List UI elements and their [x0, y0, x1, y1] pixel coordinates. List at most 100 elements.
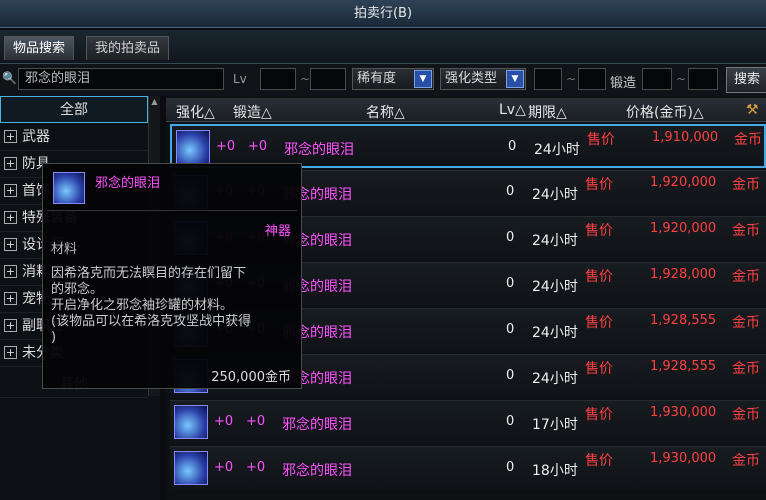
description-line: (该物品可以在希洛克攻坚战中获得 [51, 314, 252, 329]
expand-icon: + [4, 292, 17, 305]
enhance-value: +0 [216, 139, 236, 154]
expand-icon: + [4, 265, 17, 278]
currency-label: 金币 [732, 315, 760, 331]
item-lv: 0 [508, 139, 517, 154]
table-row[interactable]: +0 +0 邪念的眼泪 0 18小时 售价 1,930,000 金币 [170, 446, 766, 490]
hammer-icon: ⚒ [746, 102, 759, 118]
item-icon [174, 405, 208, 439]
item-period: 24小时 [534, 142, 580, 158]
item-lv: 0 [506, 460, 515, 475]
item-price: 1,928,555 [650, 359, 717, 374]
item-lv: 0 [506, 368, 515, 383]
item-icon [176, 130, 210, 164]
enhance-min-input[interactable] [534, 68, 562, 90]
item-price: 1,928,000 [650, 267, 717, 282]
scroll-up-icon[interactable]: ▲ [149, 96, 160, 108]
tab-my-auctions[interactable]: 我的拍卖品 [86, 36, 170, 60]
forge-max-input[interactable] [688, 68, 718, 90]
sale-label: 售价 [587, 132, 615, 148]
item-period: 18小时 [532, 463, 578, 479]
item-lv: 0 [506, 276, 515, 291]
table-row[interactable]: +0 +0 邪念的眼泪 0 17小时 售价 1,930,000 金币 [170, 400, 766, 444]
table-header: 强化△ 锻造△ 名称△ Lv△ 期限△ 价格(金币)△ ⚒ [166, 98, 766, 122]
item-period: 24小时 [532, 233, 578, 249]
rarity-select-label: 稀有度 [357, 71, 397, 86]
item-lv: 0 [506, 184, 515, 199]
enhance-value: +0 [214, 414, 234, 429]
lv-min-input[interactable] [260, 68, 296, 90]
chevron-down-icon: ▼ [414, 70, 432, 88]
item-tooltip: 邪念的眼泪 神器 材料 因希洛克而无法瞑目的存在们留下 的邪念。 开启净化之邪念… [42, 163, 302, 389]
item-price: 1,930,000 [650, 451, 717, 466]
forge-value: +0 [246, 414, 266, 429]
currency-label: 金币 [732, 177, 760, 193]
expand-icon: + [4, 130, 17, 143]
header-enhance[interactable]: 强化△ [176, 102, 215, 122]
header-name[interactable]: 名称△ [366, 102, 405, 122]
enhance-type-select[interactable]: 强化类型 ▼ [440, 68, 526, 90]
item-lv: 0 [506, 414, 515, 429]
search-icon: 🔍 [2, 71, 17, 85]
range-dash: ~ [300, 72, 311, 86]
currency-label: 金币 [732, 269, 760, 285]
item-period: 24小时 [532, 371, 578, 387]
currency-label: 金币 [732, 407, 760, 423]
category-label: 武器 [22, 129, 50, 145]
expand-icon: + [4, 346, 17, 359]
enhance-value: +0 [214, 460, 234, 475]
header-period[interactable]: 期限△ [528, 102, 567, 122]
expand-icon: + [4, 319, 17, 332]
category-all[interactable]: 全部 [0, 96, 148, 123]
category-weapon[interactable]: + 武器 [0, 124, 148, 151]
tooltip-item-type: 材料 [51, 242, 78, 257]
sale-label: 售价 [585, 407, 613, 423]
description-line: 开启净化之邪念袖珍罐的材料。 [51, 298, 234, 313]
item-period: 24小时 [532, 187, 578, 203]
sale-label: 售价 [585, 361, 613, 377]
item-price: 1,920,000 [650, 221, 717, 236]
sale-label: 售价 [585, 315, 613, 331]
lv-max-input[interactable] [310, 68, 346, 90]
forge-value: +0 [246, 460, 266, 475]
tooltip-item-name: 邪念的眼泪 [95, 176, 161, 191]
item-price: 1,928,555 [650, 313, 717, 328]
item-price: 1,910,000 [652, 130, 719, 145]
expand-icon: + [4, 211, 17, 224]
item-name: 邪念的眼泪 [282, 463, 352, 479]
item-price: 1,920,000 [650, 175, 717, 190]
expand-icon: + [4, 238, 17, 251]
tooltip-rarity: 神器 [264, 224, 291, 239]
sale-label: 售价 [585, 177, 613, 193]
currency-label: 金币 [732, 453, 760, 469]
header-forge[interactable]: 锻造△ [233, 102, 272, 122]
currency-label: 金币 [732, 361, 760, 377]
item-name: 邪念的眼泪 [282, 417, 352, 433]
forge-min-input[interactable] [642, 68, 672, 90]
tooltip-price: 250,000金币 [211, 370, 291, 385]
item-icon [53, 172, 85, 204]
range-dash: ~ [566, 72, 577, 86]
search-button[interactable]: 搜索 [726, 67, 766, 93]
search-input[interactable]: 邪念的眼泪 [18, 68, 224, 90]
enhance-type-label: 强化类型 [445, 71, 498, 86]
tooltip-description: 因希洛克而无法瞑目的存在们留下 的邪念。 开启净化之邪念袖珍罐的材料。 (该物品… [51, 266, 297, 346]
item-icon [174, 451, 208, 485]
item-lv: 0 [506, 230, 515, 245]
header-price[interactable]: 价格(金币)△ [626, 102, 704, 122]
chevron-down-icon: ▼ [506, 70, 524, 88]
rarity-select[interactable]: 稀有度 ▼ [352, 68, 434, 90]
enhance-max-input[interactable] [578, 68, 606, 90]
expand-icon: + [4, 157, 17, 170]
currency-label: 金币 [732, 223, 760, 239]
range-dash: ~ [676, 72, 687, 86]
item-name: 邪念的眼泪 [284, 142, 354, 158]
currency-label: 金币 [734, 132, 762, 148]
tab-bar: 物品搜索 我的拍卖品 [0, 30, 766, 80]
item-period: 24小时 [532, 279, 578, 295]
description-line: 的邪念。 [51, 282, 104, 297]
sale-label: 售价 [585, 453, 613, 469]
tab-item-search[interactable]: 物品搜索 [4, 36, 75, 60]
header-lv[interactable]: Lv△ [499, 102, 526, 118]
item-lv: 0 [506, 322, 515, 337]
table-row[interactable]: +0 +0 邪念的眼泪 0 24小时 售价 1,910,000 金币 [170, 124, 766, 168]
